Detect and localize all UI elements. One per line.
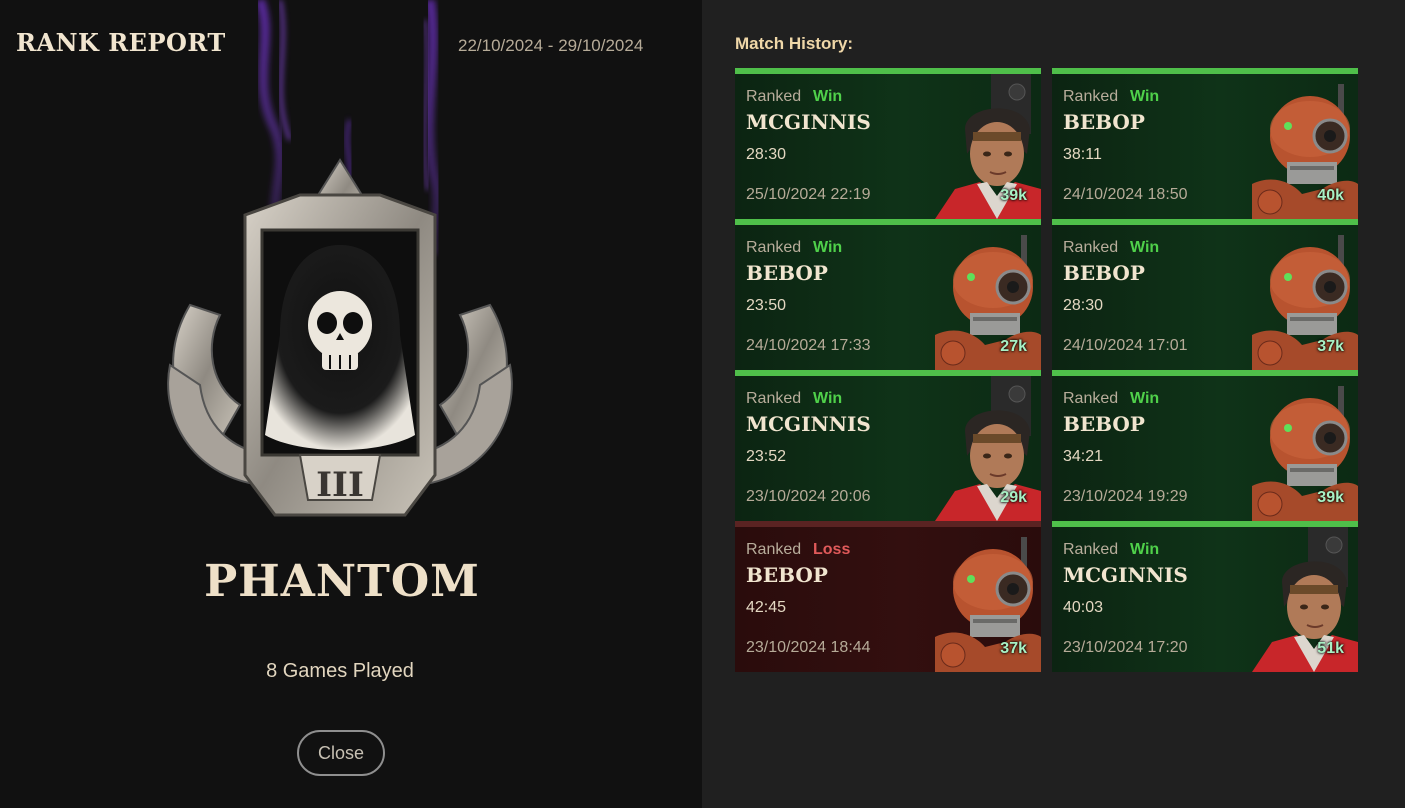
- match-hero: MCGINNIS: [746, 110, 871, 134]
- match-card[interactable]: Ranked Win BEBOP 34:21 23/10/2024 19:29 …: [1052, 370, 1358, 521]
- match-card[interactable]: Ranked Win BEBOP 23:50 24/10/2024 17:33 …: [735, 219, 1041, 370]
- match-souls: 39k: [1317, 489, 1344, 506]
- match-date: 24/10/2024 17:33: [746, 337, 871, 354]
- match-card[interactable]: Ranked Win MCGINNIS 23:52 23/10/2024 20:…: [735, 370, 1041, 521]
- match-mode: Ranked: [1063, 88, 1119, 105]
- match-hero: MCGINNIS: [746, 412, 871, 436]
- match-duration: 42:45: [746, 599, 787, 616]
- match-souls: 37k: [1317, 338, 1344, 355]
- close-button[interactable]: Close: [297, 730, 385, 776]
- match-result: Win: [1130, 541, 1160, 558]
- match-hero: BEBOP: [746, 563, 828, 587]
- match-card[interactable]: Ranked Loss BEBOP 42:45 23/10/2024 18:44…: [735, 521, 1041, 672]
- match-mode: Ranked: [746, 541, 802, 558]
- match-hero: BEBOP: [1063, 110, 1145, 134]
- match-result: Win: [813, 239, 843, 256]
- match-result: Loss: [813, 541, 851, 558]
- match-duration: 28:30: [1063, 297, 1104, 314]
- match-duration: 38:11: [1063, 146, 1102, 163]
- match-date: 24/10/2024 17:01: [1063, 337, 1188, 354]
- match-mode: Ranked: [1063, 239, 1119, 256]
- match-result: Win: [813, 88, 843, 105]
- match-date: 23/10/2024 17:20: [1063, 639, 1188, 656]
- match-souls: 27k: [1000, 338, 1027, 355]
- match-souls: 40k: [1317, 187, 1344, 204]
- match-date: 23/10/2024 19:29: [1063, 488, 1188, 505]
- match-souls: 37k: [1000, 640, 1027, 657]
- rank-tier-label: III: [316, 465, 364, 505]
- match-mode: Ranked: [746, 390, 802, 407]
- match-hero: BEBOP: [1063, 412, 1145, 436]
- match-mode: Ranked: [746, 88, 802, 105]
- rank-panel: RANK REPORT 22/10/2024 - 29/10/2024 III …: [0, 0, 702, 808]
- match-card[interactable]: Ranked Win BEBOP 28:30 24/10/2024 17:01 …: [1052, 219, 1358, 370]
- match-date: 24/10/2024 18:50: [1063, 186, 1188, 203]
- match-date: 25/10/2024 22:19: [746, 186, 871, 203]
- match-duration: 23:50: [746, 297, 787, 314]
- match-history-panel: Match History: Ranked Win MCGINNIS 28:30…: [702, 0, 1405, 808]
- match-history-title: Match History:: [735, 34, 854, 53]
- match-mode: Ranked: [1063, 390, 1119, 407]
- page-title: RANK REPORT: [16, 28, 226, 57]
- match-card[interactable]: Ranked Win BEBOP 38:11 24/10/2024 18:50 …: [1052, 68, 1358, 219]
- match-hero: BEBOP: [1063, 261, 1145, 285]
- match-mode: Ranked: [1063, 541, 1119, 558]
- games-played: 8 Games Played: [266, 660, 414, 682]
- match-duration: 34:21: [1063, 448, 1104, 465]
- match-duration: 23:52: [746, 448, 787, 465]
- match-souls: 51k: [1317, 640, 1344, 657]
- match-duration: 40:03: [1063, 599, 1104, 616]
- date-range: 22/10/2024 - 29/10/2024: [458, 36, 644, 55]
- match-souls: 29k: [1000, 489, 1027, 506]
- match-hero: BEBOP: [746, 261, 828, 285]
- match-hero: MCGINNIS: [1063, 563, 1188, 587]
- match-duration: 28:30: [746, 146, 787, 163]
- match-date: 23/10/2024 20:06: [746, 488, 871, 505]
- match-mode: Ranked: [746, 239, 802, 256]
- match-souls: 39k: [1000, 187, 1027, 204]
- match-result: Win: [813, 390, 843, 407]
- match-card[interactable]: Ranked Win MCGINNIS 40:03 23/10/2024 17:…: [1052, 521, 1358, 672]
- match-result: Win: [1130, 239, 1160, 256]
- match-date: 23/10/2024 18:44: [746, 639, 871, 656]
- match-card[interactable]: Ranked Win MCGINNIS 28:30 25/10/2024 22:…: [735, 68, 1041, 219]
- match-result: Win: [1130, 88, 1160, 105]
- rank-name: PHANTOM: [204, 556, 480, 607]
- match-result: Win: [1130, 390, 1160, 407]
